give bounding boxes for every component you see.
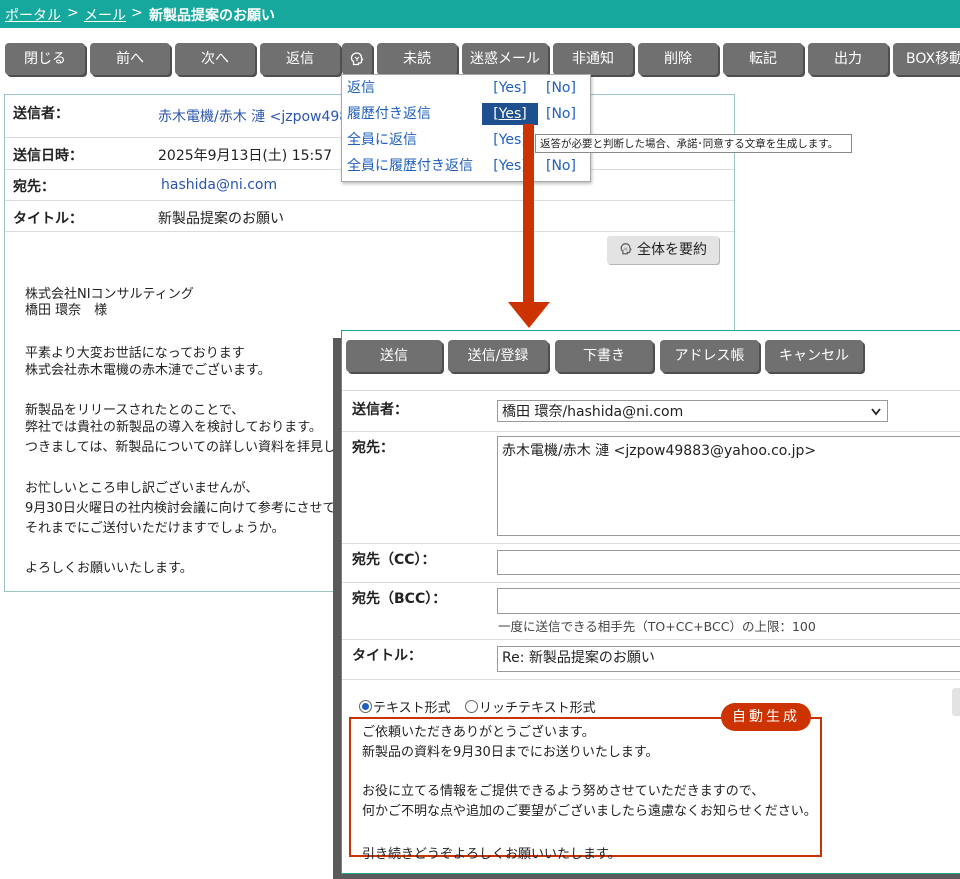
breadcrumb-separator: > <box>131 5 143 21</box>
bcc-label: 宛先（BCC）： <box>352 591 447 607</box>
generated-body-line: お役に立てる情報をご提供できるよう努めさせていただきますので、 <box>362 784 765 799</box>
breadcrumb-separator: > <box>67 5 79 21</box>
sender-select[interactable]: 橋田 環奈/hashida@ni.com <box>497 400 888 422</box>
reply-button[interactable]: 返信 <box>260 43 340 75</box>
next-button[interactable]: 次へ <box>175 43 255 75</box>
summarize-button-label: 全体を要約 <box>637 242 707 258</box>
reply-options-menu: 返信 [Yes] [No] 履歴付き返信 [Yes] [No] 全員に返信 [Y… <box>341 74 591 182</box>
message-body-line: つきましては、新製品についての詳しい資料を拝見したく、 <box>25 440 375 455</box>
prev-button[interactable]: 前へ <box>90 43 170 75</box>
ai-assist-button[interactable] <box>342 43 372 75</box>
generated-body-line: ご依頼いただきありがとうございます。 <box>362 725 595 740</box>
generated-body-line: 新製品の資料を9月30日までにお送りいたします。 <box>362 745 659 760</box>
menu-item-reply-with-history[interactable]: 履歴付き返信 [Yes] [No] <box>342 101 590 127</box>
menu-item-reply-all-with-history[interactable]: 全員に履歴付き返信 [Yes] [No] <box>342 153 590 179</box>
ai-brain-icon: AI <box>620 243 632 255</box>
title-input-value: Re: 新製品提案のお願い <box>502 650 655 666</box>
hide-button[interactable]: 非通知 <box>553 43 633 75</box>
divider <box>342 679 960 680</box>
divider <box>342 543 960 544</box>
bcc-input[interactable] <box>497 588 960 614</box>
compose-title-label: タイトル： <box>352 648 422 664</box>
send-button[interactable]: 送信 <box>346 340 442 372</box>
arrow-down-icon <box>508 302 550 328</box>
rich-text-format-label: リッチテキスト形式 <box>479 701 596 716</box>
menu-yes-link-highlighted[interactable]: [Yes] <box>482 103 538 125</box>
close-button[interactable]: 閉じる <box>5 43 85 75</box>
breadcrumb-current: 新製品提案のお願い <box>149 8 275 24</box>
divider <box>342 431 960 432</box>
compose-sender-label: 送信者： <box>352 402 408 418</box>
summarize-button[interactable]: AI 全体を要約 <box>607 236 719 264</box>
to-textarea-value: 赤木電機/赤木 漣 <jzpow49883@yahoo.co.jp> <box>502 443 817 459</box>
svg-text:AI: AI <box>623 246 627 251</box>
rich-text-format-radio[interactable] <box>465 700 478 713</box>
cc-label: 宛先（CC）： <box>352 552 436 568</box>
tooltip: 返答が必要と判断した場合、承諾･同意する文章を生成します。 <box>535 134 852 153</box>
menu-no-link[interactable]: [No] <box>546 101 576 127</box>
title-input[interactable]: Re: 新製品提案のお願い <box>497 646 960 672</box>
menu-item-label: 全員に履歴付き返信 <box>347 158 473 174</box>
to-textarea[interactable]: 赤木電機/赤木 漣 <jzpow49883@yahoo.co.jp> <box>497 436 960 536</box>
compose-to-label: 宛先： <box>352 440 394 456</box>
cc-input[interactable] <box>497 550 960 575</box>
menu-yes-link[interactable]: [Yes] <box>482 75 538 101</box>
generated-body-line: 引き続きどうぞよろしくお願いいたします。 <box>362 847 621 862</box>
text-format-radio[interactable] <box>359 700 372 713</box>
message-body-line: それまでにご送付いただけますでしょうか。 <box>25 521 285 536</box>
auto-generated-badge: 自動生成 <box>721 703 811 731</box>
chevron-down-icon <box>871 408 881 416</box>
menu-item-label: 全員に返信 <box>347 132 417 148</box>
delete-button[interactable]: 削除 <box>638 43 718 75</box>
divider <box>342 639 960 640</box>
draft-button[interactable]: 下書き <box>555 340 653 372</box>
menu-no-link[interactable]: [No] <box>546 75 576 101</box>
breadcrumb-mail[interactable]: メール <box>84 5 126 25</box>
message-body-line: 橋田 環奈 様 <box>25 303 108 318</box>
send-register-button[interactable]: 送信/登録 <box>448 340 548 372</box>
address-book-button[interactable]: アドレス帳 <box>660 340 759 372</box>
sender-select-value: 橋田 環奈/hashida@ni.com <box>502 404 684 420</box>
export-button[interactable]: 出力 <box>808 43 888 75</box>
summarize-button-partial[interactable] <box>952 688 960 716</box>
menu-no-link[interactable]: [No] <box>546 153 576 179</box>
post-button[interactable]: 転記 <box>723 43 803 75</box>
message-body-line: 弊社では貴社の新製品の導入を検討しております。 <box>25 420 322 435</box>
generated-body-line: 何かご不明な点や追加のご要望がございましたら遠慮なくお知らせください。 <box>362 804 817 819</box>
message-body-line: 株式会社赤木電機の赤木漣でございます。 <box>25 363 271 378</box>
cancel-button[interactable]: キャンセル <box>765 340 863 372</box>
unread-button[interactable]: 未読 <box>377 43 457 75</box>
spam-button[interactable]: 迷惑メール <box>462 43 548 75</box>
breadcrumb-portal[interactable]: ポータル <box>5 5 61 25</box>
divider <box>342 390 960 391</box>
menu-item-label: 返信 <box>347 80 375 96</box>
box-move-button[interactable]: BOX移動 <box>893 43 960 75</box>
divider <box>342 582 960 583</box>
menu-item-reply[interactable]: 返信 [Yes] [No] <box>342 75 590 101</box>
arrow-shaft <box>523 124 534 304</box>
text-format-label: テキスト形式 <box>373 701 451 716</box>
menu-item-label: 履歴付き返信 <box>347 106 431 122</box>
recipient-limit-note: 一度に送信できる相手先（TO+CC+BCC）の上限：100 <box>498 619 816 634</box>
message-body-line: お忙しいところ申し訳ございませんが、 <box>25 481 259 496</box>
header-bar: ポータル > メール > 新製品提案のお願い <box>0 0 960 28</box>
ai-brain-icon <box>350 52 364 66</box>
message-body-line: よろしくお願いいたします。 <box>25 561 193 576</box>
